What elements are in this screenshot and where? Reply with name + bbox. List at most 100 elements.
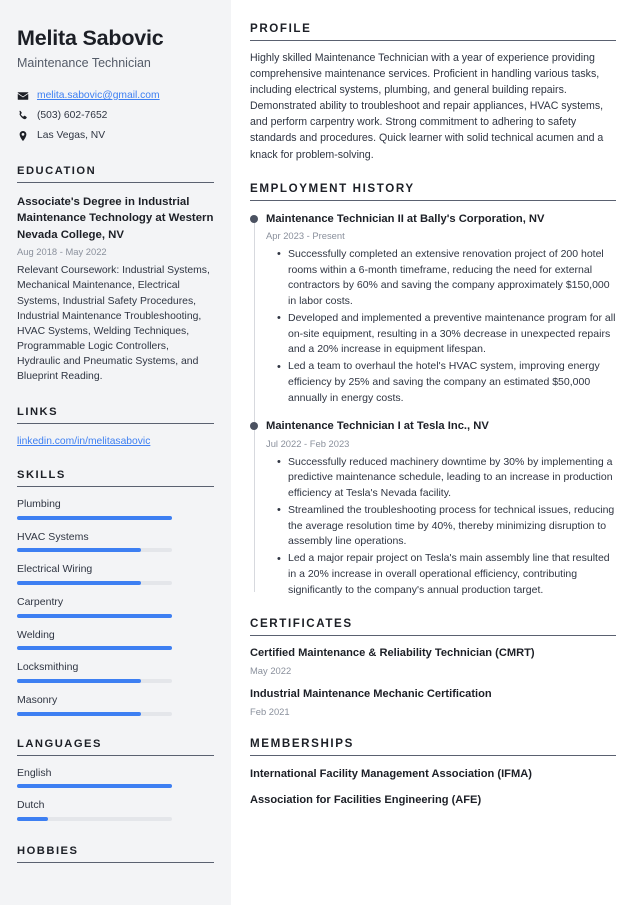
section-heading-education: EDUCATION: [17, 164, 97, 177]
divider: [17, 486, 214, 488]
bullet-item: Developed and implemented a preventive m…: [277, 310, 616, 358]
section-memberships: MEMBERSHIPS International Facility Manag…: [250, 737, 616, 809]
languages-list: English Dutch: [17, 767, 214, 821]
skill-bar-track: [17, 580, 172, 585]
skills-list: Plumbing HVAC Systems Electrical Wiring: [17, 498, 214, 716]
skill-bar-fill: [17, 711, 141, 716]
timeline-dot-icon: [250, 422, 258, 431]
certificate-item: Certified Maintenance & Reliability Tech…: [250, 646, 616, 677]
main-content: PROFILE Highly skilled Maintenance Techn…: [231, 0, 640, 905]
skill-item: Electrical Wiring: [17, 563, 214, 585]
job-title: Maintenance Technician I at Tesla Inc., …: [266, 420, 489, 433]
links-list: linkedin.com/in/melitasabovic: [17, 436, 214, 447]
skill-label: Electrical Wiring: [17, 563, 93, 576]
language-bar-track: [17, 784, 172, 789]
skill-bar-fill: [17, 613, 172, 618]
skill-bar-track: [17, 548, 172, 553]
skill-item: HVAC Systems: [17, 531, 214, 553]
language-bar-track: [17, 816, 172, 821]
section-languages: LANGUAGES English Dutch: [17, 738, 214, 821]
divider: [17, 181, 214, 183]
section-heading-employment: EMPLOYMENT HISTORY: [250, 181, 415, 195]
skill-label: HVAC Systems: [17, 530, 89, 543]
bullet-item: Streamlined the troubleshooting process …: [277, 502, 616, 550]
skill-bar-fill: [17, 580, 141, 585]
job-dates: Jul 2022 - Feb 2023: [266, 437, 350, 449]
language-item: English: [17, 767, 214, 789]
job-entry: Maintenance Technician II at Bally's Cor…: [250, 212, 616, 407]
language-bar-fill: [17, 816, 48, 821]
skill-item: Plumbing: [17, 498, 214, 520]
divider: [17, 423, 214, 425]
language-bar-fill: [17, 784, 172, 789]
section-heading-profile: PROFILE: [250, 22, 312, 35]
skill-bar-track: [17, 711, 172, 716]
skill-bar-fill: [17, 646, 172, 651]
section-certificates: CERTIFICATES Certified Maintenance & Rel…: [250, 617, 616, 717]
employment-timeline: Maintenance Technician II at Bally's Cor…: [250, 212, 616, 599]
certificate-date: Feb 2021: [250, 705, 290, 717]
linkedin-link[interactable]: linkedin.com/in/melitasabovic: [17, 436, 150, 447]
skill-bar-fill: [17, 678, 141, 683]
page-title: Melita Sabovic: [17, 26, 164, 50]
job-bullets: Successfully completed an extensive reno…: [266, 246, 616, 407]
skill-label: Welding: [17, 628, 55, 641]
membership-item: International Facility Management Associ…: [250, 767, 532, 780]
job-entry: Maintenance Technician I at Tesla Inc., …: [250, 419, 616, 599]
section-heading-languages: LANGUAGES: [17, 737, 102, 750]
membership-item: Association for Facilities Engineering (…: [250, 794, 482, 807]
section-heading-hobbies: HOBBIES: [17, 844, 79, 857]
skill-bar-fill: [17, 515, 172, 520]
certificate-date: May 2022: [250, 664, 292, 676]
job-bullets: Successfully reduced machinery downtime …: [266, 454, 616, 599]
skill-label: Plumbing: [17, 498, 61, 511]
contact-list: melita.sabovic@gmail.com (503) 602-7652 …: [17, 89, 214, 143]
section-skills: SKILLS Plumbing HVAC Systems Electrical …: [17, 469, 214, 716]
job-title: Maintenance Technician II at Bally's Cor…: [266, 212, 545, 225]
section-hobbies: HOBBIES: [17, 845, 214, 863]
section-education: EDUCATION Associate's Degree in Industri…: [17, 165, 214, 384]
certificate-item: Industrial Maintenance Mechanic Certific…: [250, 687, 616, 718]
email-link[interactable]: melita.sabovic@gmail.com: [37, 89, 160, 103]
skill-bar-fill: [17, 548, 141, 553]
location-value: Las Vegas, NV: [37, 129, 106, 141]
section-heading-memberships: MEMBERSHIPS: [250, 736, 354, 750]
phone-icon: [17, 110, 29, 122]
skill-item: Masonry: [17, 694, 214, 716]
skill-bar-track: [17, 515, 172, 520]
skill-bar-track: [17, 646, 172, 651]
section-heading-certificates: CERTIFICATES: [250, 617, 353, 631]
divider: [250, 635, 616, 637]
profile-text: Highly skilled Maintenance Technician wi…: [250, 52, 604, 161]
candidate-job-title: Maintenance Technician: [17, 55, 151, 70]
language-item: Dutch: [17, 799, 214, 821]
section-links: LINKS linkedin.com/in/melitasabovic: [17, 406, 214, 447]
certificate-name: Industrial Maintenance Mechanic Certific…: [250, 688, 492, 701]
divider: [250, 199, 616, 201]
skill-label: Locksmithing: [17, 661, 79, 674]
job-dates: Apr 2023 - Present: [266, 229, 345, 241]
skill-item: Carpentry: [17, 596, 214, 618]
language-label: English: [17, 766, 52, 779]
skill-item: Locksmithing: [17, 661, 214, 683]
skill-bar-track: [17, 613, 172, 618]
resume-page: Melita Sabovic Maintenance Technician me…: [0, 0, 640, 905]
skill-label: Masonry: [17, 693, 58, 706]
section-heading-skills: SKILLS: [17, 469, 66, 482]
divider: [17, 754, 214, 756]
sidebar: Melita Sabovic Maintenance Technician me…: [0, 0, 231, 905]
education-dates: Aug 2018 - May 2022: [17, 246, 107, 258]
phone-value: (503) 602-7652: [37, 109, 108, 121]
divider: [17, 861, 214, 863]
location-pin-icon: [17, 130, 29, 142]
bullet-item: Led a team to overhaul the hotel's HVAC …: [277, 359, 616, 406]
certificate-name: Certified Maintenance & Reliability Tech…: [250, 647, 535, 660]
timeline-dot-icon: [250, 214, 258, 223]
divider: [250, 40, 616, 41]
divider: [250, 754, 616, 756]
section-heading-links: LINKS: [17, 406, 59, 419]
section-employment-history: EMPLOYMENT HISTORY Maintenance Technicia…: [250, 182, 616, 599]
skill-label: Carpentry: [17, 595, 64, 608]
contact-email: melita.sabovic@gmail.com: [17, 89, 214, 103]
bullet-item: Successfully reduced machinery downtime …: [277, 454, 616, 502]
